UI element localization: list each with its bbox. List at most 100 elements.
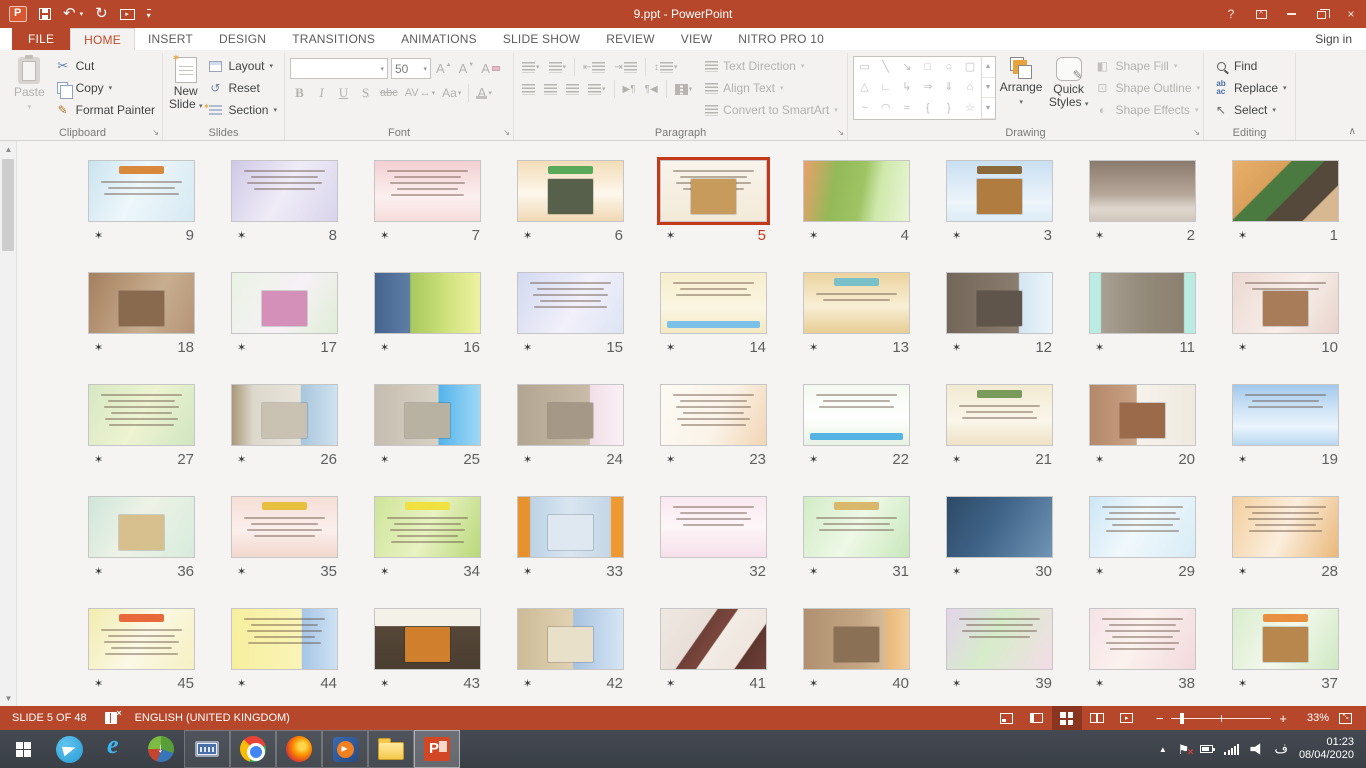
italic-button[interactable]: I	[312, 83, 331, 103]
network-signal-icon[interactable]	[1224, 743, 1239, 755]
shape-scroll-down-icon[interactable]: ▼	[982, 78, 995, 99]
cut-button[interactable]: ✂Cut	[51, 55, 159, 77]
slide-thumbnail-19[interactable]	[1232, 384, 1339, 446]
clear-formatting-button[interactable]: A	[479, 59, 502, 79]
change-case-button[interactable]: Aa▾	[440, 83, 463, 103]
shape-cell-8[interactable]: ↳	[902, 82, 911, 93]
slide-thumbnail-45[interactable]	[88, 608, 195, 670]
ribbon-display-options-button[interactable]: ^	[1246, 0, 1276, 28]
help-button[interactable]: ?	[1216, 0, 1246, 28]
bold-button[interactable]: B	[290, 83, 309, 103]
shape-outline-button[interactable]: ⊡Shape Outline▾	[1094, 77, 1200, 99]
tab-file[interactable]: FILE	[12, 28, 70, 50]
zoom-out-button[interactable]: −	[1156, 711, 1164, 726]
font-dialog-launcher[interactable]: ↘	[503, 128, 510, 138]
customize-quick-access-icon[interactable]: ▾	[147, 9, 151, 20]
shape-cell-13[interactable]: ◠	[881, 103, 891, 114]
zoom-slider-thumb[interactable]	[1180, 713, 1184, 724]
layout-button[interactable]: Layout▾	[203, 55, 281, 77]
slide-thumbnail-25[interactable]	[374, 384, 481, 446]
undo-dropdown-icon[interactable]: ▾	[80, 10, 84, 18]
shape-cell-14[interactable]: ≈	[904, 103, 910, 114]
slide-thumbnail-23[interactable]	[660, 384, 767, 446]
slide-thumbnail-39[interactable]	[946, 608, 1053, 670]
justify-button[interactable]: ▾	[585, 82, 609, 97]
slide-thumbnail-31[interactable]	[803, 496, 910, 558]
undo-icon[interactable]: ↶	[63, 6, 76, 22]
shape-cell-3[interactable]: □	[924, 62, 931, 73]
slide-thumbnail-2[interactable]	[1089, 160, 1196, 222]
slide-thumbnail-10[interactable]	[1232, 272, 1339, 334]
tab-home[interactable]: HOME	[70, 28, 135, 50]
replace-button[interactable]: abacReplace▾	[1209, 77, 1291, 99]
battery-icon[interactable]	[1200, 745, 1213, 753]
select-button[interactable]: ↖Select▾	[1209, 99, 1291, 121]
shape-cell-4[interactable]: ○	[946, 62, 953, 73]
shape-cell-16[interactable]: }	[947, 103, 951, 114]
tab-view[interactable]: VIEW	[668, 28, 725, 50]
slide-thumbnail-43[interactable]	[374, 608, 481, 670]
slide-thumbnail-44[interactable]	[231, 608, 338, 670]
columns-button[interactable]: ▾	[672, 82, 696, 97]
slide-thumbnail-15[interactable]	[517, 272, 624, 334]
slide-thumbnail-9[interactable]	[88, 160, 195, 222]
slide-thumbnail-11[interactable]	[1089, 272, 1196, 334]
slide-thumbnail-16[interactable]	[374, 272, 481, 334]
slide-thumbnail-40[interactable]	[803, 608, 910, 670]
repeat-icon[interactable]: ↻	[95, 6, 108, 22]
shape-effects-button[interactable]: ◐Shape Effects▾	[1094, 99, 1200, 121]
strikethrough-button[interactable]: abc	[378, 83, 400, 103]
reading-view-button[interactable]	[1082, 706, 1112, 730]
taskbar-powerpoint-icon[interactable]	[414, 730, 460, 768]
font-color-button[interactable]: A▾	[474, 83, 494, 103]
align-right-button[interactable]	[563, 82, 582, 97]
shape-cell-5[interactable]: ▢	[965, 62, 975, 73]
slide-thumbnail-26[interactable]	[231, 384, 338, 446]
normal-view-button[interactable]	[1022, 706, 1052, 730]
slide-thumbnail-42[interactable]	[517, 608, 624, 670]
shape-cell-9[interactable]: ⇒	[923, 82, 932, 93]
language-switcher[interactable]: ف	[1274, 741, 1287, 757]
shape-cell-11[interactable]: ⌂	[967, 82, 974, 93]
shape-cell-7[interactable]: ∟	[880, 82, 891, 93]
shape-cell-0[interactable]: ▭	[859, 62, 869, 73]
slide-thumbnail-27[interactable]	[88, 384, 195, 446]
copy-button[interactable]: Copy▾	[51, 77, 159, 99]
shape-cell-15[interactable]: {	[926, 103, 930, 114]
tab-design[interactable]: DESIGN	[206, 28, 279, 50]
convert-to-smartart-button[interactable]: Convert to SmartArt▾	[705, 99, 838, 121]
slide-thumbnail-22[interactable]	[803, 384, 910, 446]
taskbar-chrome-icon[interactable]	[230, 730, 276, 768]
tab-review[interactable]: REVIEW	[593, 28, 668, 50]
shape-fill-button[interactable]: ◧Shape Fill▾	[1094, 55, 1200, 77]
slide-thumbnail-17[interactable]	[231, 272, 338, 334]
zoom-in-button[interactable]: +	[1279, 711, 1287, 726]
clock[interactable]: 01:23 08/04/2020	[1299, 736, 1354, 762]
start-slideshow-icon[interactable]: ▸	[120, 9, 135, 20]
shape-more-icon[interactable]: ▼	[982, 98, 995, 119]
slide-thumbnail-4[interactable]	[803, 160, 910, 222]
tab-transitions[interactable]: TRANSITIONS	[279, 28, 388, 50]
new-slide-button[interactable]: NewSlide ▾	[168, 54, 203, 124]
shape-cell-1[interactable]: ╲	[882, 62, 889, 73]
fit-to-window-button[interactable]: ⤡	[1339, 713, 1352, 724]
increase-font-size-button[interactable]: A▲	[434, 59, 454, 79]
slide-thumbnail-14[interactable]	[660, 272, 767, 334]
vertical-scrollbar[interactable]: ▲ ▼	[0, 141, 17, 706]
align-left-button[interactable]	[519, 82, 538, 97]
numbering-button[interactable]: ▾	[546, 60, 570, 75]
increase-indent-button[interactable]: ⇥	[611, 60, 639, 75]
text-shadow-button[interactable]: S	[356, 83, 375, 103]
font-name-combo[interactable]: ▾	[290, 58, 388, 79]
slide-thumbnail-41[interactable]	[660, 608, 767, 670]
zoom-slider[interactable]	[1171, 718, 1271, 719]
close-button[interactable]: ×	[1336, 0, 1366, 28]
slide-indicator[interactable]: SLIDE 5 OF 48	[12, 712, 87, 724]
align-text-button[interactable]: Align Text▾	[705, 77, 838, 99]
slide-thumbnail-34[interactable]	[374, 496, 481, 558]
taskbar-idm-icon[interactable]	[138, 730, 184, 768]
minimize-button[interactable]	[1276, 0, 1306, 28]
quick-styles-button[interactable]: QuickStyles ▾	[1047, 54, 1091, 124]
shape-cell-6[interactable]: △	[860, 82, 868, 93]
collapse-ribbon-button[interactable]: ∧	[1349, 126, 1356, 137]
